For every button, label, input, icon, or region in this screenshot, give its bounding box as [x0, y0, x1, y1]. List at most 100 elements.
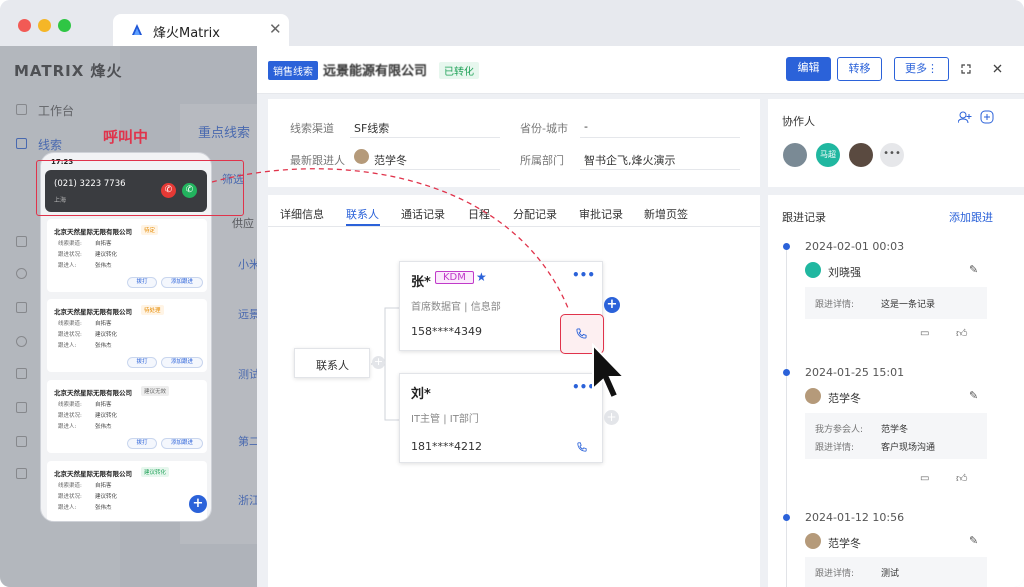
lead-company: 北京天然星际无限有限公司 — [54, 308, 132, 316]
calling-label: 呼叫中 — [103, 128, 149, 146]
dial-button[interactable]: 拨打 — [127, 357, 157, 368]
expand-icon[interactable]: + — [372, 356, 385, 369]
edit-button[interactable]: 编辑 — [786, 57, 831, 81]
followup-detail-box: 跟进详情: 测试 — [805, 557, 987, 587]
contact-name: 刘* — [411, 387, 431, 402]
add-user-icon[interactable] — [958, 111, 972, 124]
field-label: 跟进状况: — [58, 494, 82, 500]
dial-button[interactable]: 拨打 — [127, 438, 157, 449]
collaborators-card: 协作人 马超 ••• — [768, 99, 1024, 187]
browser-titlebar: 烽火Matrix ✕ — [0, 0, 1024, 46]
zoom-window-dot[interactable] — [58, 19, 71, 32]
followup-date: 2024-01-12 10:56 — [805, 511, 905, 524]
field-value: 建议转化 — [95, 413, 118, 419]
dial-button[interactable]: 拨打 — [127, 277, 157, 288]
status-badge: 待处理 — [141, 305, 164, 315]
field-label: 跟进人: — [58, 505, 77, 511]
status-badge: 建议无效 — [141, 386, 170, 396]
add-followup-button[interactable]: 添加跟进 — [161, 277, 203, 288]
field-label: 线索渠道: — [58, 321, 82, 327]
list-item[interactable]: 北京天然星际无限有限公司 待处理 线索渠道: 自拓客 跟进状况: 建议转化 跟进人:… — [47, 299, 207, 372]
field-value: 自拓客 — [95, 321, 112, 327]
tab-close-icon[interactable]: ✕ — [269, 20, 282, 38]
followup-detail-box: 跟进详情: 这是一条记录 — [805, 287, 987, 319]
followup-date: 2024-01-25 15:01 — [805, 366, 905, 379]
region-label: 省份-城市 — [520, 122, 568, 135]
list-item[interactable]: 北京天然星际无限有限公司 建议转化 线索渠道: 自拓客 跟进状况: 建议转化 跟进人… — [47, 461, 207, 521]
collaborators-title: 协作人 — [782, 115, 815, 128]
avatar[interactable]: 马超 — [816, 143, 840, 167]
minimize-window-dot[interactable] — [38, 19, 51, 32]
field-label: 线索渠道: — [58, 402, 82, 408]
list-item[interactable]: 北京天然星际无限有限公司 待定 线索渠道: 自拓客 跟进状况: 建议转化 跟进人: 张… — [47, 219, 207, 292]
edit-icon[interactable]: ✎ — [969, 263, 978, 276]
channel-value: SF线索 — [354, 122, 390, 135]
region-value: - — [584, 120, 588, 133]
field-value: 建议转化 — [95, 494, 118, 500]
comment-icon[interactable]: ▭ — [920, 473, 929, 484]
list-item[interactable]: 北京天然星际无限有限公司 建议无效 线索渠道: 自拓客 跟进状况: 建议转化 跟进人… — [47, 380, 207, 453]
tab-title: 烽火Matrix — [153, 26, 220, 41]
field-value: 张伟杰 — [95, 343, 112, 349]
browser-tab[interactable]: 烽火Matrix ✕ — [113, 14, 289, 46]
field-label: 跟进状况: — [58, 413, 82, 419]
edit-icon[interactable]: ✎ — [969, 534, 978, 547]
timeline-dot — [783, 243, 790, 250]
status-badge: 已转化 — [439, 62, 479, 79]
contact-card-2[interactable]: 刘* ••• IT主管 | IT部门 181****4212 — [399, 373, 603, 463]
followup-user: 刘晓强 — [828, 266, 861, 279]
add-icon[interactable]: + — [604, 410, 619, 425]
channel-label: 线索渠道 — [290, 122, 334, 135]
field-value: 自拓客 — [95, 241, 112, 247]
contact-root-node[interactable]: 联系人 — [294, 348, 370, 378]
followup-title: 跟进记录 — [782, 211, 826, 224]
phone-icon — [576, 328, 587, 339]
detail-label: 跟进详情: — [815, 300, 855, 310]
detail-value: 范学冬 — [881, 425, 909, 435]
field-value: 张伟杰 — [95, 263, 112, 269]
detail-value: 客户现场沟通 — [881, 443, 936, 453]
fullscreen-icon[interactable] — [961, 64, 971, 74]
add-icon[interactable] — [980, 110, 994, 124]
contact-title: IT主管 | IT部门 — [411, 414, 479, 425]
drawer-header: 销售线索 远景能源有限公司 已转化 编辑 转移 更多⋮ — [257, 46, 1024, 94]
field-value: 自拓客 — [95, 483, 112, 489]
avatar — [805, 262, 821, 278]
field-label: 线索渠道: — [58, 241, 82, 247]
field-value: 张伟杰 — [95, 424, 112, 430]
timeline-line — [786, 247, 787, 587]
more-members-icon[interactable]: ••• — [880, 143, 904, 167]
field-value: 建议转化 — [95, 252, 118, 258]
more-button[interactable]: 更多⋮ — [894, 57, 949, 81]
field-label: 跟进状况: — [58, 332, 82, 338]
followup-detail-box: 我方参会人: 范学冬 跟进详情: 客户现场沟通 — [805, 413, 987, 459]
lead-company: 北京天然星际无限有限公司 — [54, 389, 132, 397]
lead-company: 北京天然星际无限有限公司 — [54, 470, 132, 478]
avatar — [805, 388, 821, 404]
followup-card: 跟进记录 添加跟进 2024-02-01 00:03 刘晓强 ✎ 跟进详情: 这… — [768, 195, 1024, 587]
add-followup-button[interactable]: 添加跟进 — [161, 438, 203, 449]
like-icon[interactable]: 👍︎ — [956, 327, 968, 340]
dept-value: 智书企飞,烽火演示 — [584, 154, 676, 167]
lead-type-tag: 销售线索 — [268, 61, 318, 80]
avatar[interactable] — [783, 143, 807, 167]
company-name: 远景能源有限公司 — [323, 64, 428, 79]
comment-icon[interactable]: ▭ — [920, 328, 929, 339]
close-icon[interactable] — [993, 64, 1002, 73]
like-icon[interactable]: 👍︎ — [956, 472, 968, 485]
phone-icon[interactable] — [577, 442, 587, 452]
lead-company: 北京天然星际无限有限公司 — [54, 228, 132, 236]
avatar[interactable] — [849, 143, 873, 167]
tab-add-tab[interactable]: 新增页签 — [644, 206, 688, 222]
transfer-button[interactable]: 转移 — [837, 57, 882, 81]
field-label: 跟进人: — [58, 263, 77, 269]
field-value: 自拓客 — [95, 402, 112, 408]
edit-icon[interactable]: ✎ — [969, 389, 978, 402]
field-value: 张伟杰 — [95, 505, 112, 511]
add-lead-icon[interactable]: + — [189, 495, 207, 513]
add-followup-button[interactable]: 添加跟进 — [161, 357, 203, 368]
call-connector-line — [211, 168, 569, 309]
add-followup-link[interactable]: 添加跟进 — [949, 209, 993, 225]
add-contact-icon[interactable]: + — [604, 297, 620, 313]
close-window-dot[interactable] — [18, 19, 31, 32]
